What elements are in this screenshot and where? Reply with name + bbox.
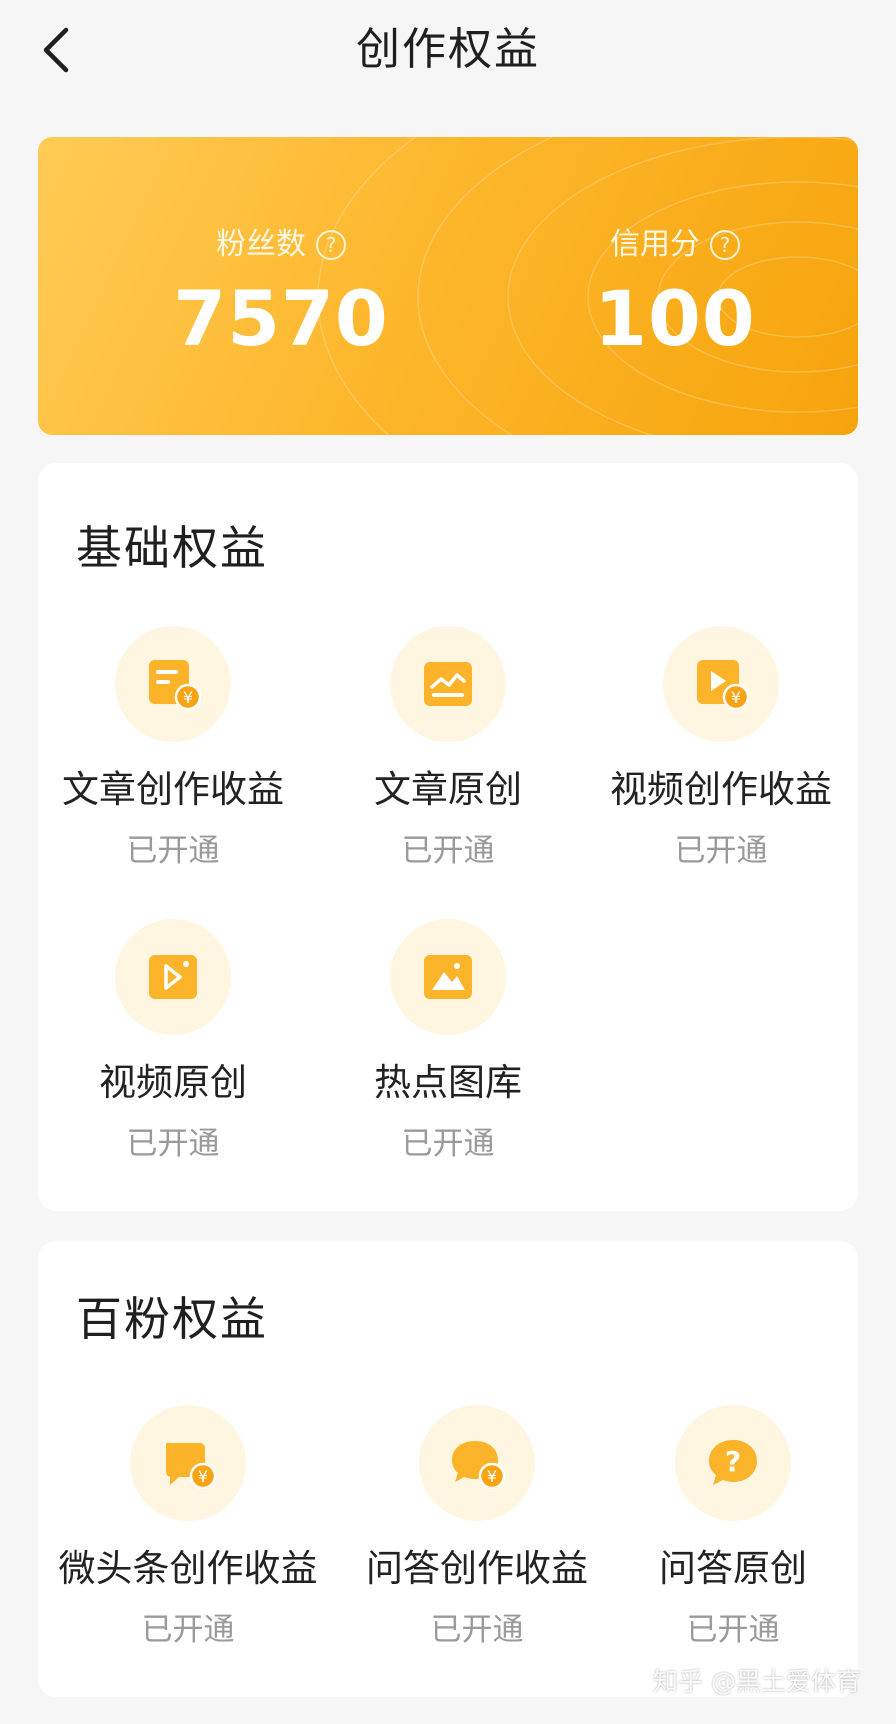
right-status: 已开通 bbox=[674, 833, 768, 869]
right-status: 已开通 bbox=[126, 1126, 220, 1162]
right-name: 热点图库 bbox=[374, 1061, 522, 1104]
article-original-icon bbox=[390, 626, 506, 742]
video-income-icon: ¥ bbox=[663, 626, 779, 742]
right-name: 视频原创 bbox=[99, 1061, 247, 1104]
basic-rights-card: 基础权益 ¥ 文章创作收益 已开通 文章原创 已开通 ¥ 视频创作收益 已开通 … bbox=[38, 463, 858, 1211]
right-name: 视频创作收益 bbox=[610, 768, 832, 811]
right-item-video-income[interactable]: ¥ 视频创作收益 已开通 bbox=[586, 626, 856, 872]
right-item-image-gallery[interactable]: 热点图库 已开通 bbox=[313, 919, 583, 1165]
right-name: 微头条创作收益 bbox=[58, 1547, 318, 1590]
right-status: 已开通 bbox=[401, 833, 495, 869]
credit-label: 信用分 bbox=[610, 227, 700, 262]
right-status: 已开通 bbox=[430, 1612, 524, 1648]
fans-stat: 粉丝数 ? 7570 bbox=[131, 225, 431, 359]
page: 创作权益 粉丝数 ? 7570 信用分 ? 100 › 基础权益 ¥ 文章创作收… bbox=[0, 0, 896, 1724]
right-name: 问答原创 bbox=[659, 1547, 807, 1590]
section-title: 百粉权益 bbox=[76, 1292, 268, 1346]
help-icon[interactable]: ? bbox=[316, 230, 346, 260]
credit-label-row: 信用分 ? bbox=[610, 225, 740, 265]
svg-text:¥: ¥ bbox=[183, 688, 193, 707]
right-item-qa-original[interactable]: ? 问答原创 已开通 bbox=[598, 1405, 868, 1651]
right-status: 已开通 bbox=[686, 1612, 780, 1648]
credit-score: 100 bbox=[594, 274, 756, 363]
right-name: 文章原创 bbox=[374, 768, 522, 811]
right-item-article-original[interactable]: 文章原创 已开通 bbox=[313, 626, 583, 872]
right-item-qa-income[interactable]: ¥ 问答创作收益 已开通 bbox=[342, 1405, 612, 1651]
credit-stat[interactable]: 信用分 ? 100 bbox=[525, 225, 825, 359]
page-title: 创作权益 bbox=[356, 24, 540, 75]
qa-original-icon: ? bbox=[675, 1405, 791, 1521]
fans-label: 粉丝数 bbox=[216, 227, 306, 262]
right-status: 已开通 bbox=[401, 1126, 495, 1162]
fans-label-row: 粉丝数 ? bbox=[216, 225, 346, 265]
section-title: 基础权益 bbox=[76, 521, 268, 575]
right-item-micro-post-income[interactable]: ¥ 微头条创作收益 已开通 bbox=[53, 1405, 323, 1651]
right-name: 文章创作收益 bbox=[62, 768, 284, 811]
right-item-article-income[interactable]: ¥ 文章创作收益 已开通 bbox=[38, 626, 308, 872]
chevron-right-icon[interactable]: › bbox=[708, 285, 724, 331]
qa-income-icon: ¥ bbox=[419, 1405, 535, 1521]
svg-text:?: ? bbox=[725, 1445, 741, 1478]
stats-banner: 粉丝数 ? 7570 信用分 ? 100 › bbox=[38, 137, 858, 435]
help-icon[interactable]: ? bbox=[710, 230, 740, 260]
hundred-fans-rights-card: 百粉权益 ¥ 微头条创作收益 已开通 ¥ 问答创作收益 已开通 ? 问答原创 已… bbox=[38, 1241, 858, 1697]
right-item-video-original[interactable]: 视频原创 已开通 bbox=[38, 919, 308, 1165]
top-bar: 创作权益 bbox=[0, 0, 896, 100]
svg-text:¥: ¥ bbox=[731, 688, 741, 707]
video-original-icon bbox=[115, 919, 231, 1035]
right-name: 问答创作收益 bbox=[366, 1547, 588, 1590]
right-status: 已开通 bbox=[126, 833, 220, 869]
svg-text:¥: ¥ bbox=[198, 1467, 208, 1486]
watermark: 知乎 @黑土爱体育 bbox=[653, 1667, 861, 1696]
svg-text:¥: ¥ bbox=[487, 1467, 497, 1486]
right-status: 已开通 bbox=[141, 1612, 235, 1648]
fans-count: 7570 bbox=[173, 274, 389, 363]
article-income-icon: ¥ bbox=[115, 626, 231, 742]
micro-post-income-icon: ¥ bbox=[130, 1405, 246, 1521]
image-gallery-icon bbox=[390, 919, 506, 1035]
